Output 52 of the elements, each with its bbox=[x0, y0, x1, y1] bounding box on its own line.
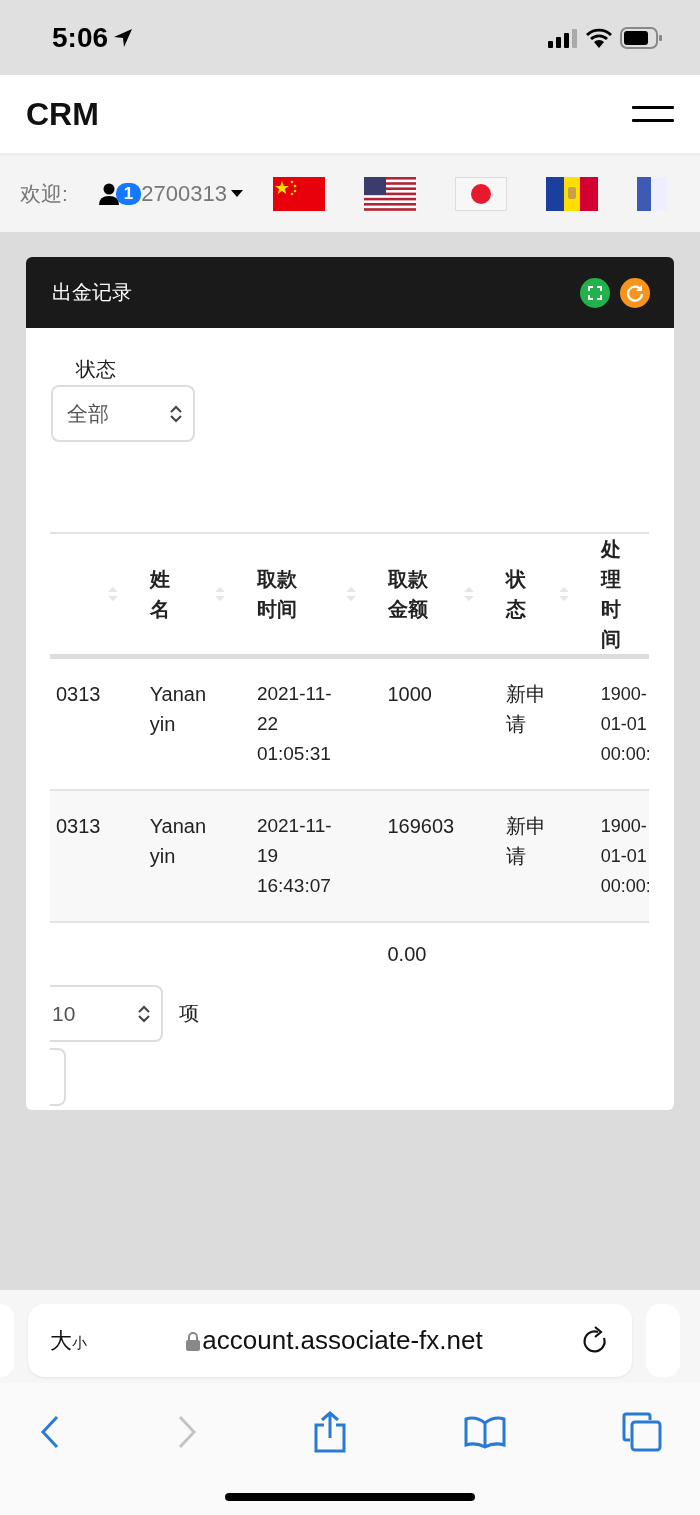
account-dropdown[interactable]: 2700313 bbox=[141, 181, 227, 207]
bookmarks-icon[interactable] bbox=[463, 1415, 506, 1449]
share-icon[interactable] bbox=[313, 1411, 347, 1453]
battery-icon bbox=[620, 26, 664, 49]
caret-icon[interactable] bbox=[230, 190, 243, 198]
location-arrow-icon bbox=[112, 26, 135, 49]
refresh-icon[interactable] bbox=[620, 277, 650, 308]
panel-title: 出金记录 bbox=[52, 280, 132, 305]
brand-logo[interactable]: CRM bbox=[26, 95, 99, 133]
text-size-button[interactable]: 大小 bbox=[50, 1325, 87, 1356]
table-cell-text: 1900-01-01 00:00: bbox=[600, 815, 649, 898]
url-text: account.associate-fx.net bbox=[202, 1325, 483, 1356]
input-field[interactable] bbox=[50, 1048, 66, 1106]
menu-icon[interactable] bbox=[632, 105, 674, 123]
table-cell-text: Yanan yin bbox=[149, 814, 208, 869]
address-bar[interactable]: 大小 account.associate-fx.net bbox=[28, 1304, 632, 1377]
signal-icon bbox=[548, 27, 578, 48]
table-cell-text: 1000 bbox=[387, 682, 432, 707]
clock-time: 5:06 bbox=[52, 21, 109, 54]
page-length-select[interactable]: 10 bbox=[50, 985, 163, 1042]
table-cell-text: 新申请 bbox=[505, 814, 547, 869]
wifi-icon bbox=[586, 27, 612, 48]
chevron-icon bbox=[169, 403, 183, 424]
notification-badge[interactable]: 1 bbox=[115, 183, 142, 205]
table-cell-text: 新申请 bbox=[505, 682, 547, 737]
lock-icon bbox=[186, 1330, 201, 1351]
back-icon[interactable] bbox=[40, 1415, 60, 1449]
user-icon bbox=[97, 183, 120, 205]
chevron-icon bbox=[137, 1003, 151, 1024]
tabs-icon[interactable] bbox=[622, 1412, 662, 1452]
table-cell-text: Yanan yin bbox=[149, 682, 208, 737]
welcome-label: 欢迎: bbox=[20, 181, 68, 207]
table-cell-text: 0313 bbox=[56, 682, 101, 707]
total-amount: 0.00 bbox=[387, 942, 427, 967]
table-cell-text: 2021-11-19 16:43:07 bbox=[256, 814, 332, 898]
flag-icon[interactable] bbox=[545, 177, 598, 211]
flag-icon[interactable] bbox=[636, 177, 667, 211]
column-header[interactable]: 处理时间 bbox=[600, 534, 632, 654]
table-cell-text: 0313 bbox=[56, 814, 101, 839]
table-cell-text: 169603 bbox=[387, 814, 455, 839]
flag-icon[interactable] bbox=[454, 177, 507, 211]
table-cell-text: 2021-11-22 01:05:31 bbox=[256, 682, 332, 766]
status-select[interactable]: 全部 bbox=[51, 385, 195, 442]
column-header[interactable]: 取款金额 bbox=[387, 564, 428, 624]
column-header[interactable]: 取款时间 bbox=[256, 564, 297, 624]
flag-icon[interactable] bbox=[363, 177, 416, 211]
column-header[interactable]: 姓名 bbox=[149, 564, 170, 624]
column-header[interactable]: 状态 bbox=[505, 564, 526, 624]
table-cell-text: 1900-01-01 00:00: bbox=[600, 683, 649, 766]
fullscreen-icon[interactable] bbox=[580, 277, 610, 308]
page-length-label: 项 bbox=[179, 1001, 199, 1026]
filter-label: 状态 bbox=[76, 357, 117, 382]
